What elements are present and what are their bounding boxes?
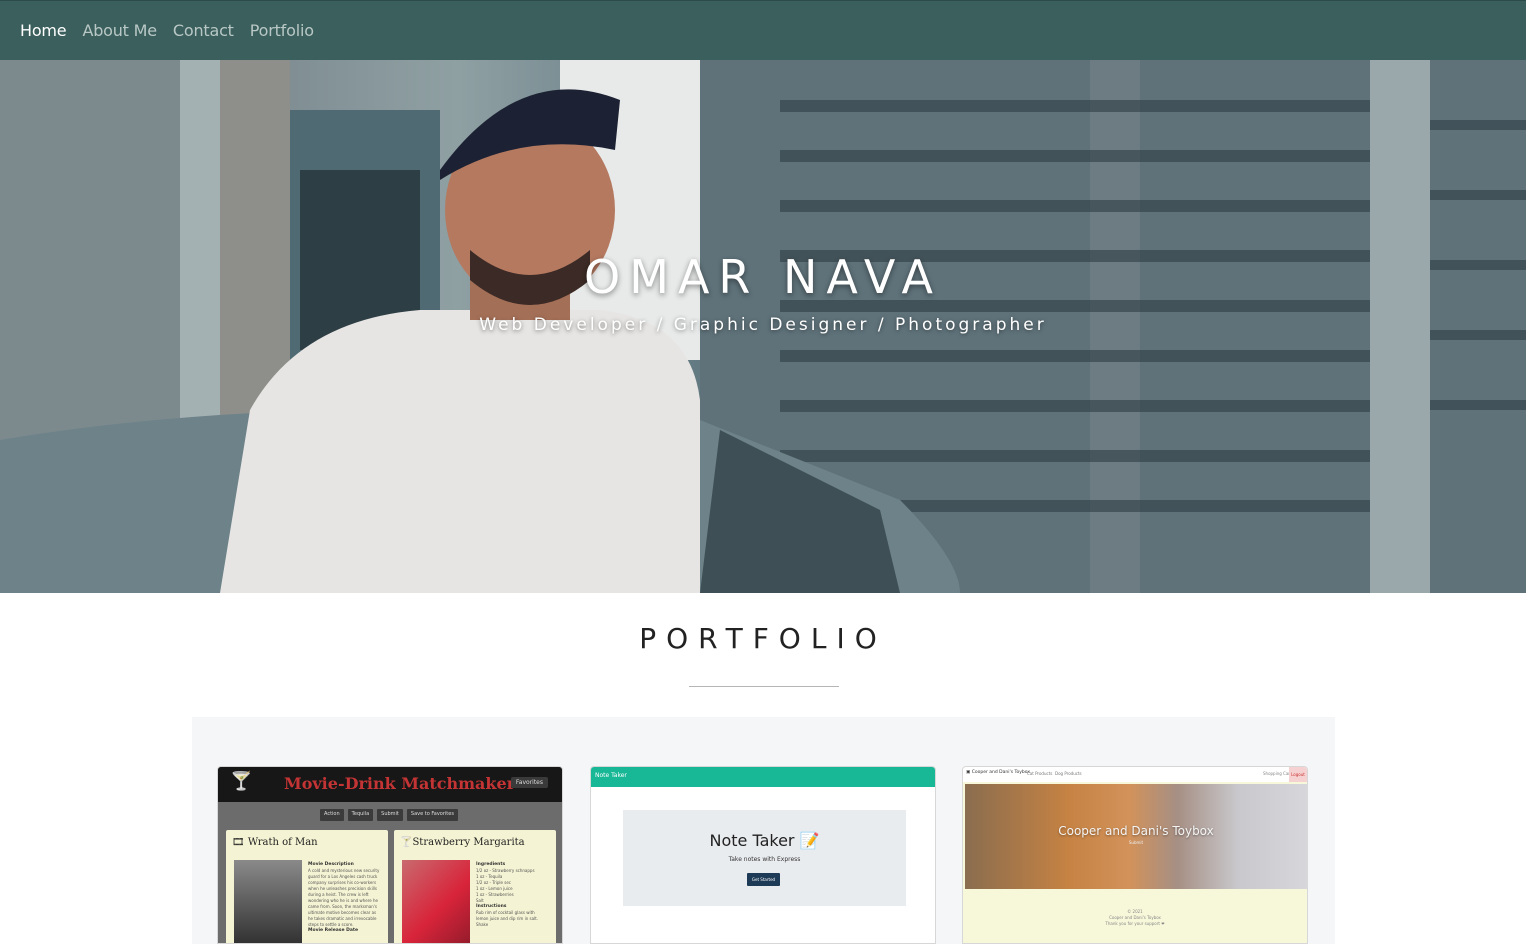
drink-recipe: Ingredients 1/2 oz - Strawberry schnapps… — [476, 862, 538, 927]
toybox-hero-image: Cooper and Dani's Toybox Submit — [965, 784, 1307, 889]
portfolio-gallery: 🍸 Movie-Drink Matchmaker Favorites Actio… — [192, 717, 1335, 944]
hero-name-title: OMAR NAVA — [584, 250, 942, 304]
note-taker-title: Note Taker 📝 — [709, 831, 820, 850]
liquor-select: Tequila — [347, 809, 374, 821]
card-header: Note Taker — [591, 767, 935, 787]
nav-home[interactable]: Home — [20, 21, 67, 40]
save-favorites-button: Save to Favorites — [406, 809, 458, 821]
card-header-title: Note Taker — [595, 772, 627, 779]
movie-title: 🎞 Wrath of Man — [232, 837, 318, 848]
drink-photo — [402, 860, 470, 943]
heading-divider — [689, 686, 839, 687]
hero-banner: OMAR NAVA Web Developer / Graphic Design… — [0, 60, 1526, 593]
movie-description: Movie Description A cold and mysterious … — [308, 862, 380, 933]
note-taker-jumbotron: Note Taker 📝 Take notes with Express Get… — [623, 810, 906, 906]
cocktail-icon: 🍸 — [230, 771, 253, 792]
movie-poster — [234, 860, 302, 943]
nav-portfolio[interactable]: Portfolio — [250, 21, 314, 40]
top-navbar: Home About Me Contact Portfolio — [0, 0, 1526, 60]
logout-button: Logout — [1289, 767, 1307, 782]
toybox-footer: © 2021 Cooper and Dani's Toybox Thank yo… — [1105, 909, 1165, 926]
favorites-button: Favorites — [510, 777, 548, 788]
note-taker-subtitle: Take notes with Express — [728, 856, 801, 863]
drink-panel: 🍸Strawberry Margarita Ingredients 1/2 oz… — [394, 830, 556, 943]
card-controls: Action Tequila Submit Save to Favorites — [320, 809, 458, 821]
hero-subtitle: Web Developer / Graphic Designer / Photo… — [479, 315, 1047, 335]
toybox-hero-subtitle: Submit — [1128, 840, 1144, 845]
nav-about-me[interactable]: About Me — [82, 21, 157, 40]
toybox-brand: ▣ Cooper and Dani's Toybox — [966, 770, 1031, 775]
card-header: ▣ Cooper and Dani's Toybox Cat Products … — [963, 767, 1307, 782]
card-app-title: Movie-Drink Matchmaker — [284, 774, 516, 793]
portfolio-card-note-taker[interactable]: Note Taker Note Taker 📝 Take notes with … — [590, 766, 936, 944]
dog-products-link: Dog Products — [1055, 771, 1082, 776]
card-header: 🍸 Movie-Drink Matchmaker Favorites — [218, 767, 562, 802]
portfolio-card-movie-drink[interactable]: 🍸 Movie-Drink Matchmaker Favorites Actio… — [217, 766, 563, 944]
nav-contact[interactable]: Contact — [173, 21, 234, 40]
get-started-button: Get Started — [747, 873, 780, 886]
cat-products-link: Cat Products — [1027, 771, 1053, 776]
portfolio-card-toybox[interactable]: ▣ Cooper and Dani's Toybox Cat Products … — [962, 766, 1308, 944]
submit-button: Submit — [377, 809, 403, 821]
movie-panel: 🎞 Wrath of Man Movie Description A cold … — [226, 830, 388, 943]
toybox-hero-title: Cooper and Dani's Toybox — [1058, 824, 1214, 838]
portfolio-heading: PORTFOLIO — [639, 622, 887, 655]
genre-select: Action — [320, 809, 344, 821]
drink-title: 🍸Strawberry Margarita — [400, 837, 525, 848]
shopping-cart-link: Shopping Cart — [1263, 771, 1292, 776]
